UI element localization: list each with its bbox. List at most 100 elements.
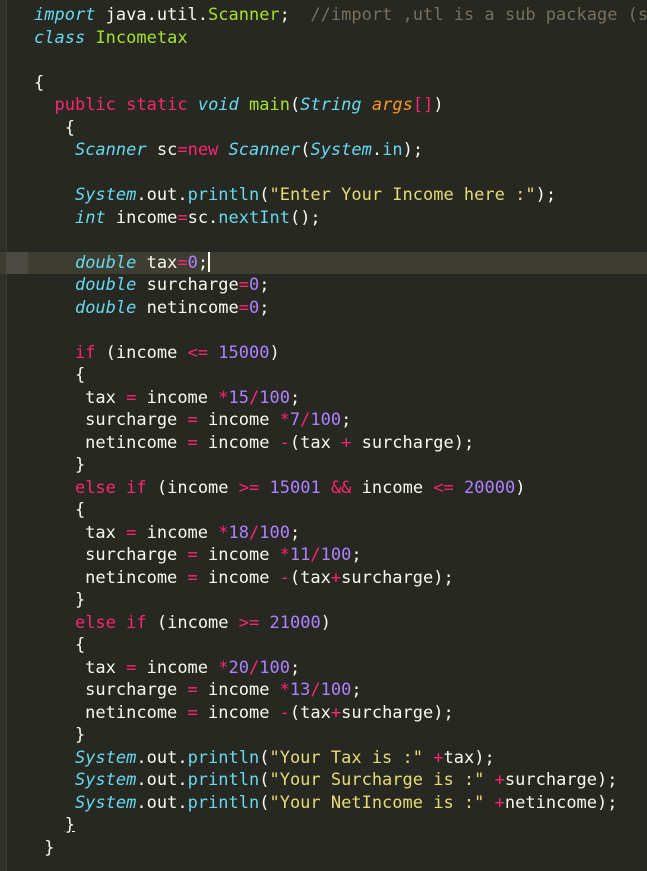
code-line[interactable]: else if (income >= 21000): [0, 612, 647, 635]
code-token: }: [64, 815, 75, 835]
code-line[interactable]: System.out.println("Your NetIncome is :"…: [0, 792, 647, 815]
code-line[interactable]: netincome = income -(tax + surcharge);: [0, 432, 647, 455]
code-token: +: [433, 747, 444, 768]
code-line[interactable]: surcharge = income *11/100;: [0, 544, 647, 567]
code-line-text: public static void main(String args[]): [34, 94, 443, 117]
code-line[interactable]: Scanner sc=new Scanner(System.in);: [0, 139, 647, 162]
code-token: System: [310, 140, 372, 160]
code-line[interactable]: {: [0, 499, 647, 522]
code-token: +: [341, 432, 352, 453]
code-token: new: [187, 140, 219, 160]
code-token: ;: [289, 387, 301, 408]
code-line[interactable]: [0, 49, 647, 72]
code-token: surcharge: [34, 680, 188, 700]
code-line-text: Scanner sc=new Scanner(System.in);: [34, 139, 423, 162]
code-token: 100: [259, 522, 290, 543]
code-editor[interactable]: import java.util.Scanner; //import ,utl …: [0, 0, 647, 871]
code-token: in: [382, 140, 403, 160]
code-line-text: double tax=0;: [34, 251, 211, 275]
code-line[interactable]: tax = income *15/100;: [0, 387, 647, 410]
code-token: System: [74, 747, 137, 768]
code-line-text: netincome = income -(tax+surcharge);: [34, 702, 454, 725]
code-token: .out.: [136, 747, 188, 768]
code-line[interactable]: {: [0, 72, 647, 95]
code-line[interactable]: }: [0, 589, 647, 612]
code-line[interactable]: System.out.println("Enter Your Income he…: [0, 184, 647, 207]
code-line[interactable]: surcharge = income *7/100;: [0, 409, 647, 432]
code-line[interactable]: System.out.println("Your Tax is :" +tax)…: [0, 747, 647, 770]
code-line[interactable]: {: [0, 117, 647, 140]
code-line[interactable]: }: [0, 454, 647, 477]
code-line[interactable]: public static void main(String args[]): [0, 94, 647, 117]
code-line[interactable]: double surcharge=0;: [0, 274, 647, 297]
code-token: System: [74, 185, 137, 205]
code-token: netincome: [34, 432, 188, 453]
code-token: main: [249, 95, 290, 115]
code-token: ();: [289, 207, 321, 228]
code-token: =: [238, 275, 249, 295]
code-line[interactable]: import java.util.Scanner; //import ,utl …: [0, 4, 647, 27]
code-line[interactable]: tax = income *18/100;: [0, 522, 647, 545]
code-line[interactable]: else if (income >= 15001 && income <= 20…: [0, 477, 647, 500]
code-token: income: [197, 432, 280, 453]
code-token: =: [187, 545, 198, 565]
code-token: import: [34, 5, 96, 25]
code-line[interactable]: netincome = income -(tax+surcharge);: [0, 567, 647, 590]
code-token: System: [74, 770, 137, 790]
code-token: =: [177, 140, 188, 160]
code-line[interactable]: double netincome=0;: [0, 297, 647, 320]
code-line-text: {: [34, 72, 44, 95]
code-line[interactable]: [0, 229, 647, 252]
code-line-text: else if (income >= 21000): [34, 612, 331, 635]
code-token: netincome: [34, 702, 188, 723]
code-line[interactable]: [0, 319, 647, 342]
code-token: /: [310, 680, 321, 700]
code-token: {: [34, 500, 86, 520]
code-token: 100: [259, 657, 290, 678]
code-token: netincome: [34, 567, 188, 588]
code-line[interactable]: }: [0, 814, 647, 837]
code-token: {: [34, 72, 45, 93]
code-token: if: [126, 477, 147, 498]
code-token: (: [300, 140, 311, 160]
code-line[interactable]: class Incometax: [0, 27, 647, 50]
code-token: Scanner: [74, 140, 147, 160]
code-token: println: [187, 185, 260, 205]
code-line-text: {: [34, 364, 85, 387]
code-line[interactable]: }: [0, 837, 647, 860]
code-line[interactable]: int income=sc.nextInt();: [0, 207, 647, 230]
code-token: 11: [289, 545, 311, 565]
code-line[interactable]: if (income <= 15000): [0, 342, 647, 365]
code-line[interactable]: [0, 162, 647, 185]
code-line[interactable]: }: [0, 724, 647, 747]
code-line[interactable]: {: [0, 634, 647, 657]
code-token: surcharge);: [504, 770, 618, 790]
code-line[interactable]: netincome = income -(tax+surcharge);: [0, 702, 647, 725]
code-token: *: [279, 680, 290, 700]
code-token: java.util.: [95, 5, 209, 25]
code-line[interactable]: double tax=0;: [0, 251, 647, 275]
code-token: ;: [341, 410, 352, 430]
code-token: =: [126, 387, 137, 408]
code-token: 15: [228, 387, 249, 408]
code-token: (: [289, 95, 301, 115]
code-token: double: [74, 297, 137, 318]
code-token: sc: [146, 140, 178, 160]
code-line[interactable]: System.out.println("Your Surcharge is :"…: [0, 769, 647, 792]
code-token: =: [177, 207, 188, 228]
code-line[interactable]: surcharge = income *13/100;: [0, 679, 647, 702]
code-token: tax: [34, 657, 127, 678]
code-line[interactable]: tax = income *20/100;: [0, 657, 647, 680]
code-line[interactable]: {: [0, 364, 647, 387]
code-token: *: [218, 657, 229, 678]
